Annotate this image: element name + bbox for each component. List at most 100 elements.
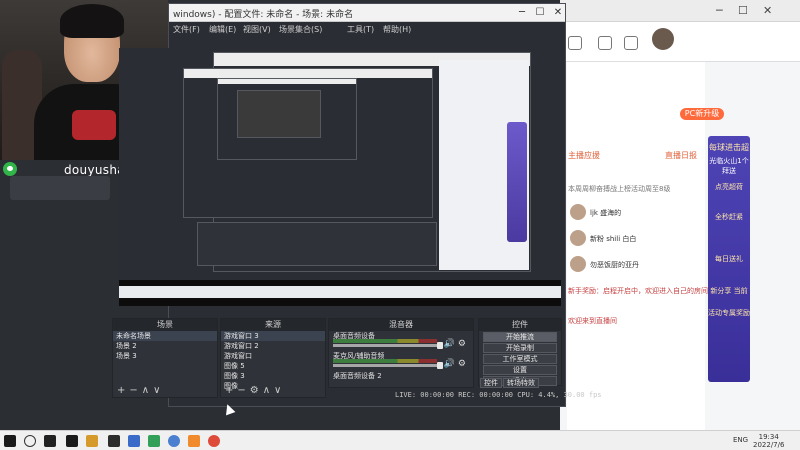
history-icon[interactable] [598,36,612,50]
menu-view[interactable]: 视图(V) [243,24,271,35]
chat-system: 新手奖励：启程开启中，欢迎进入自己的房间 [568,287,708,295]
gift-panel-text: 每日送礼 [715,255,743,263]
gear-icon[interactable]: ⚙ [458,359,466,369]
pc-upgrade-badge[interactable]: PC新升级 [680,108,724,120]
sources-dock-title: 来源 [221,319,325,331]
folder-icon[interactable] [86,435,98,447]
tab-transitions[interactable]: 转场特效 [503,378,539,388]
app-taskbar-icon[interactable] [108,435,120,447]
language-indicator[interactable]: ENG [733,436,748,444]
menu-file[interactable]: 文件(F) [173,24,200,35]
clock-date: 2022/7/6 [753,441,785,449]
browser-toolbar [560,22,800,62]
edge-icon[interactable] [168,435,180,447]
gear-icon[interactable]: ⚙ [458,339,466,349]
notification-icon[interactable] [624,36,638,50]
profile-card [10,176,110,200]
tab-controls[interactable]: 控件 [480,378,502,388]
source-item[interactable]: 游戏窗口 3 [221,331,325,341]
chat-user: ljk 盛海的 [590,209,622,217]
mixer-dock-title: 混音器 [329,319,473,331]
source-item[interactable]: 图像 3 [221,371,325,381]
gift-panel-title: 每球进击超 [709,143,749,152]
preview-capture [119,48,561,280]
app-taskbar-icon[interactable] [66,435,78,447]
obs-titlebar: windows) - 配置文件: 未命名 - 场景: 未命名 ─ ☐ ✕ [169,4,565,22]
scenes-dock: 场景 未命名场景 场景 2 场景 3 +−∧∨ [112,318,218,398]
gift-panel-text: 全秒赶紧 [715,213,743,221]
audio-meter [333,359,437,363]
scenes-dock-title: 场景 [113,319,217,331]
maximize-icon[interactable]: ☐ [738,4,748,17]
wechat-icon [3,162,17,176]
scene-item[interactable]: 场景 2 [113,341,217,351]
chat-user: 新粉 shili 白白 [590,235,637,243]
source-item[interactable]: 游戏窗口 [221,351,325,361]
chat-tab-daily[interactable]: 直播日报 [665,150,697,162]
volume-slider[interactable] [333,364,437,367]
start-streaming-button[interactable]: 开始推流 [483,332,557,342]
gift-panel[interactable]: 每球进击超 光临火山1个拜送 点亮超荷 全秒赶紧 每日送礼 新分享 当前 活动专… [708,136,750,382]
start-recording-button[interactable]: 开始录制 [483,343,557,353]
mixer-channel: 桌面音频设备 🔊 ⚙ [333,331,469,349]
source-item[interactable]: 图像 5 [221,361,325,371]
source-item[interactable]: 游戏窗口 2 [221,341,325,351]
browser-titlebar: ─ ☐ ✕ [560,0,800,22]
volume-slider[interactable] [333,344,437,347]
douyu-icon[interactable] [188,435,200,447]
windows-start-icon[interactable] [4,435,16,447]
heart-icon[interactable] [568,36,582,50]
shirt-print [72,110,116,140]
close-icon[interactable]: ✕ [763,4,772,17]
settings-button[interactable]: 设置 [483,365,557,375]
chat-user: 勿恶饭厨的亚丹 [590,261,639,269]
mixer-channel-label: 桌面音频设备 2 [333,372,382,380]
app-taskbar-icon[interactable] [128,435,140,447]
close-icon[interactable]: ✕ [551,6,565,19]
scenes-toolbar[interactable]: +−∧∨ [113,385,217,397]
obs-menubar: 文件(F) 编辑(E) 视图(V) 场景集合(S) 工具(T) 帮助(H) [169,22,565,36]
menu-scene-collection[interactable]: 场景集合(S) [279,24,322,35]
mixer-channel: 麦克风/辅助音频 🔊 ⚙ [333,351,469,369]
chat-tab-support[interactable]: 主播应援 [568,150,600,162]
avatar [570,256,586,272]
chrome-icon[interactable] [208,435,220,447]
menu-tools[interactable]: 工具(T) [347,24,374,35]
windows-taskbar: ENG 19:34 2022/7/6 [0,430,800,450]
streamer-hair [60,4,124,38]
search-icon[interactable] [24,435,36,447]
volume-knob[interactable] [437,362,443,369]
nested-docks [197,222,437,266]
studio-mode-button[interactable]: 工作室模式 [483,354,557,364]
maximize-icon[interactable]: ☐ [533,6,547,19]
scene-item[interactable]: 未命名场景 [113,331,217,341]
controls-dock: 控件 开始推流 开始录制 工作室模式 设置 退出 [478,318,562,386]
sources-dock: 来源 游戏窗口 3 游戏窗口 2 游戏窗口 图像 5 图像 3 图像 +−⚙∧∨ [220,318,326,398]
menu-help[interactable]: 帮助(H) [383,24,411,35]
speaker-icon[interactable]: 🔊 [444,339,455,349]
avatar [570,204,586,220]
preview-taskbar [119,286,561,298]
sources-toolbar[interactable]: +−⚙∧∨ [221,385,325,397]
minimize-icon[interactable]: ─ [716,4,723,17]
speaker-icon[interactable]: 🔊 [444,359,455,369]
chat-system: 欢迎来到直播间 [568,317,617,325]
obs-taskbar-icon[interactable] [44,435,56,447]
menu-edit[interactable]: 编辑(E) [209,24,236,35]
gift-panel-text: 点亮超荷 [715,183,743,191]
avatar[interactable] [652,28,674,50]
scene-item[interactable]: 场景 3 [113,351,217,361]
obs-preview[interactable] [119,48,561,306]
minimize-icon[interactable]: ─ [515,6,529,19]
nested-purple-panel [507,122,527,242]
clock-time: 19:34 [758,433,779,441]
obs-status-bar: LIVE: 00:00:00 REC: 00:00:00 CPU: 4.4%, … [395,391,602,399]
audio-meter [333,339,437,343]
controls-dock-title: 控件 [479,319,561,331]
app-taskbar-icon[interactable] [148,435,160,447]
mixer-channel: 桌面音频设备 2 [333,371,469,389]
mixer-dock: 混音器 桌面音频设备 🔊 ⚙ 麦克风/辅助音频 🔊 ⚙ 桌面音频设备 2 [328,318,474,388]
volume-knob[interactable] [437,342,443,349]
obs-window-title: windows) - 配置文件: 未命名 - 场景: 未命名 [173,10,354,20]
clock[interactable]: 19:34 2022/7/6 [753,433,784,449]
